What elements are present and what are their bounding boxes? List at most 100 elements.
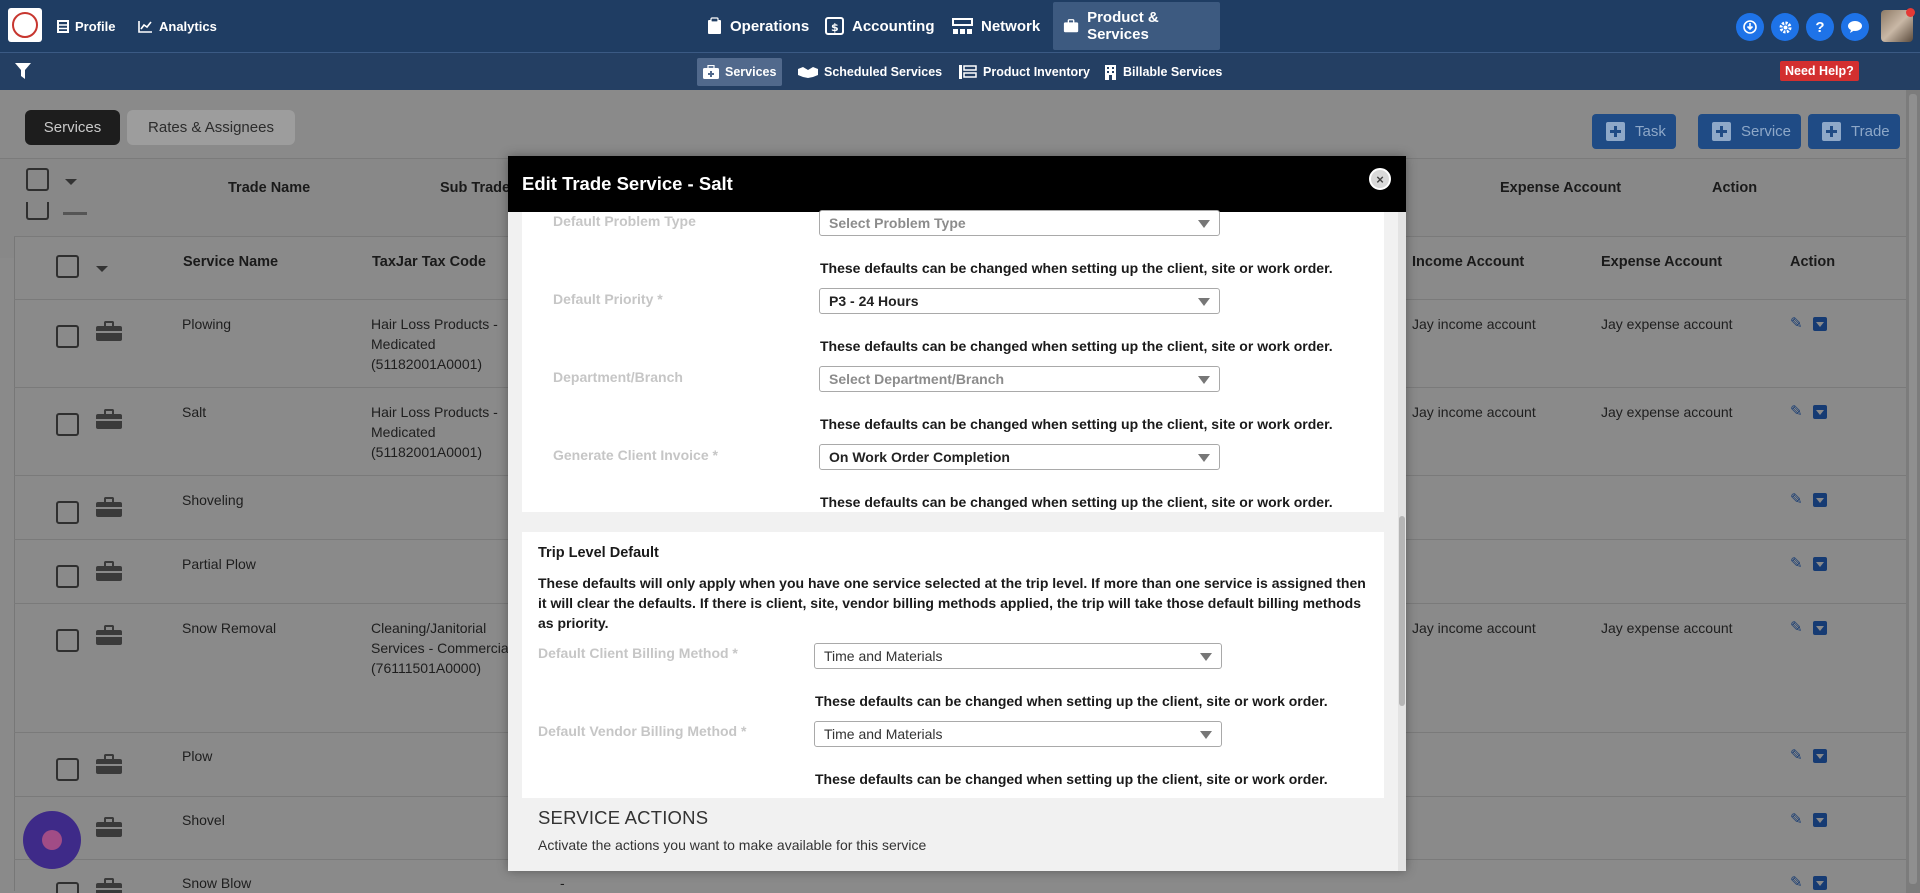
default-problem-type-label: Default Problem Type bbox=[553, 213, 696, 229]
profile-link[interactable]: Profile bbox=[57, 0, 115, 52]
user-avatar[interactable] bbox=[1881, 8, 1915, 42]
chat-icon[interactable] bbox=[1841, 13, 1869, 41]
tax-code-line1: Hair Loss Products - bbox=[371, 404, 498, 420]
plus-icon bbox=[1822, 122, 1841, 141]
service-name[interactable]: Plowing bbox=[182, 314, 231, 334]
subnav-scheduled-services[interactable]: Scheduled Services bbox=[792, 58, 948, 86]
close-icon[interactable]: × bbox=[1369, 168, 1391, 190]
tax-code-line2: Medicated bbox=[371, 336, 436, 352]
select-all-trades-checkbox[interactable] bbox=[26, 168, 49, 191]
edit-pencil-icon[interactable]: ✎ bbox=[1790, 490, 1803, 508]
collapse-icon[interactable] bbox=[63, 212, 87, 215]
col-trade-expense-account: Expense Account bbox=[1500, 180, 1622, 196]
tab-rates-assignees[interactable]: Rates & Assignees bbox=[127, 110, 295, 145]
chevron-down-icon[interactable] bbox=[96, 266, 108, 272]
sub-navbar: Services Scheduled Services Product Inve… bbox=[0, 52, 1920, 90]
row-checkbox[interactable] bbox=[56, 325, 79, 348]
service-name[interactable]: Salt bbox=[182, 402, 206, 422]
generate-client-invoice-select[interactable]: On Work Order Completion bbox=[819, 444, 1220, 470]
row-checkbox[interactable] bbox=[56, 758, 79, 781]
service-name[interactable]: Snow Removal bbox=[182, 618, 276, 638]
edit-pencil-icon[interactable]: ✎ bbox=[1790, 402, 1803, 420]
chevron-down-icon[interactable] bbox=[65, 179, 77, 185]
analytics-link[interactable]: Analytics bbox=[138, 0, 217, 52]
service-name[interactable]: Plow bbox=[182, 746, 212, 766]
nav-network[interactable]: Network bbox=[942, 2, 1050, 50]
chat-widget-icon[interactable] bbox=[23, 811, 81, 869]
notification-dot bbox=[1906, 8, 1915, 17]
row-dropdown-icon[interactable] bbox=[1813, 493, 1827, 507]
add-task-button[interactable]: Task bbox=[1592, 114, 1676, 149]
billing-help-text: These defaults can be changed when setti… bbox=[815, 771, 1328, 787]
help-icon[interactable]: ? bbox=[1806, 13, 1834, 41]
add-task-label: Task bbox=[1635, 123, 1666, 140]
tax-code-line3: (51182001A0001) bbox=[371, 444, 483, 460]
row-checkbox[interactable] bbox=[56, 629, 79, 652]
subnav-product-inventory[interactable]: Product Inventory bbox=[952, 58, 1096, 86]
edit-trade-service-modal: Edit Trade Service - Salt × Default Prob… bbox=[508, 156, 1406, 871]
download-icon[interactable] bbox=[1736, 13, 1764, 41]
page-scrollbar-thumb[interactable] bbox=[1909, 94, 1917, 884]
col-trade-name: Trade Name bbox=[228, 180, 311, 196]
briefcase-icon bbox=[96, 409, 122, 429]
edit-pencil-icon[interactable]: ✎ bbox=[1790, 810, 1803, 828]
caret-down-icon bbox=[1200, 731, 1212, 739]
department-branch-select[interactable]: Select Department/Branch bbox=[819, 366, 1220, 392]
department-branch-value: Select Department/Branch bbox=[829, 371, 1005, 387]
modal-header: Edit Trade Service - Salt × bbox=[508, 156, 1406, 212]
default-priority-select[interactable]: P3 - 24 Hours bbox=[819, 288, 1220, 314]
gear-icon[interactable] bbox=[1771, 13, 1799, 41]
service-name[interactable]: Shoveling bbox=[182, 490, 244, 510]
row-dropdown-icon[interactable] bbox=[1813, 317, 1827, 331]
tax-code-line1: Hair Loss Products - bbox=[371, 316, 498, 332]
row-checkbox[interactable] bbox=[56, 501, 79, 524]
row-checkbox[interactable] bbox=[56, 565, 79, 588]
default-client-billing-select[interactable]: Time and Materials bbox=[814, 643, 1222, 669]
row-checkbox[interactable] bbox=[56, 882, 79, 893]
add-trade-button[interactable]: Trade bbox=[1808, 114, 1900, 149]
edit-pencil-icon[interactable]: ✎ bbox=[1790, 618, 1803, 636]
defaults-help-text: These defaults can be changed when setti… bbox=[820, 494, 1333, 510]
add-service-button[interactable]: Service bbox=[1698, 114, 1802, 149]
modal-scrollbar-thumb[interactable] bbox=[1399, 516, 1405, 706]
row-dropdown-icon[interactable] bbox=[1813, 621, 1827, 635]
row-dropdown-icon[interactable] bbox=[1813, 557, 1827, 571]
tax-code-line3: (51182001A0001) bbox=[371, 356, 483, 372]
tab-services[interactable]: Services bbox=[25, 110, 120, 145]
help-icon-glyph: ? bbox=[1815, 18, 1825, 36]
row-checkbox[interactable] bbox=[56, 413, 79, 436]
col-taxjar-tax-code: TaxJar Tax Code bbox=[372, 254, 486, 270]
service-name[interactable]: Snow Blow bbox=[182, 873, 251, 893]
row-dropdown-icon[interactable] bbox=[1813, 749, 1827, 763]
default-vendor-billing-select[interactable]: Time and Materials bbox=[814, 721, 1222, 747]
need-help-button[interactable]: Need Help? bbox=[1780, 61, 1859, 81]
edit-pencil-icon[interactable]: ✎ bbox=[1790, 314, 1803, 332]
service-name[interactable]: Partial Plow bbox=[182, 554, 256, 574]
nav-product-services[interactable]: Product & Services bbox=[1053, 2, 1220, 50]
subnav-billable-services[interactable]: Billable Services bbox=[1098, 58, 1228, 86]
filter-icon[interactable] bbox=[15, 63, 31, 80]
trade-row-checkbox[interactable] bbox=[26, 202, 49, 220]
edit-pencil-icon[interactable]: ✎ bbox=[1790, 554, 1803, 572]
row-dropdown-icon[interactable] bbox=[1813, 876, 1827, 890]
default-problem-type-select[interactable]: Select Problem Type bbox=[819, 210, 1220, 236]
nav-operations[interactable]: Operations bbox=[697, 2, 819, 50]
trip-level-title: Trip Level Default bbox=[538, 545, 659, 561]
department-branch-label: Department/Branch bbox=[553, 369, 683, 385]
edit-pencil-icon[interactable]: ✎ bbox=[1790, 746, 1803, 764]
subnav-services[interactable]: Services bbox=[697, 58, 783, 86]
row-dropdown-icon[interactable] bbox=[1813, 405, 1827, 419]
svg-text:$: $ bbox=[831, 21, 839, 34]
company-logo[interactable] bbox=[8, 8, 42, 42]
trip-level-desc-line2: it will clear the defaults. If there is … bbox=[538, 595, 1362, 611]
select-all-services-checkbox[interactable] bbox=[56, 255, 79, 278]
col-action: Action bbox=[1790, 254, 1836, 270]
service-name[interactable]: Shovel bbox=[182, 810, 225, 830]
edit-pencil-icon[interactable]: ✎ bbox=[1790, 873, 1803, 891]
defaults-help-text: These defaults can be changed when setti… bbox=[820, 416, 1333, 432]
defaults-help-text: These defaults can be changed when setti… bbox=[820, 260, 1333, 276]
row-dropdown-icon[interactable] bbox=[1813, 813, 1827, 827]
expense-account: Jay expense account bbox=[1601, 316, 1733, 332]
nav-accounting[interactable]: $ Accounting bbox=[815, 2, 945, 50]
briefcase-icon bbox=[1063, 19, 1079, 33]
